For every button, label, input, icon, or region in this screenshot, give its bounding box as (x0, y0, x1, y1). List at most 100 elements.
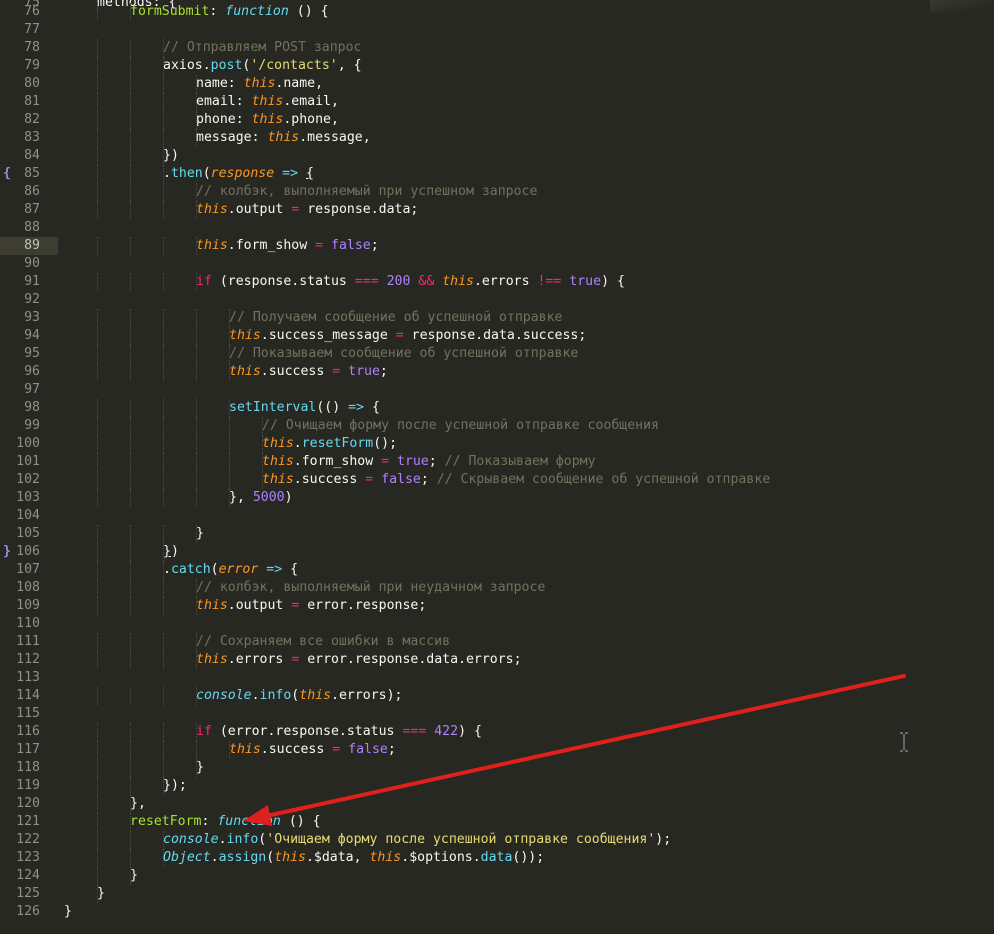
code-text[interactable]: // Сохраняем все ошибки в массив (196, 633, 450, 651)
line-number: 111 (16, 634, 40, 649)
code-text[interactable]: email: this.email, (196, 93, 339, 111)
code-editor[interactable]: 75 methods: {76 formSubmit: function () {7… (0, 0, 994, 934)
code-line-108[interactable]: 108 // колбэк, выполняемый при неудачном … (0, 579, 994, 597)
code-line-104[interactable]: 104 (0, 507, 994, 525)
code-line-89[interactable]: 89 this.form_show = false; (0, 237, 994, 255)
code-text[interactable]: }, 5000) (229, 489, 293, 507)
code-text[interactable]: console.info(this.errors); (196, 687, 402, 705)
code-text[interactable]: } (130, 867, 138, 885)
code-line-103[interactable]: 103}, 5000) (0, 489, 994, 507)
code-text[interactable]: this.success = false; // Скрываем сообще… (262, 471, 770, 489)
code-text[interactable]: // Получаем сообщение об успешной отправ… (229, 309, 562, 327)
code-text[interactable]: // Отправляем POST запрос (163, 39, 362, 57)
code-line-124[interactable]: 124} (0, 867, 994, 885)
code-line-88[interactable]: 88 (0, 219, 994, 237)
code-line-96[interactable]: 96 this.success = true; (0, 363, 994, 381)
code-text[interactable]: console.info('Очищаем форму после успешн… (163, 831, 671, 849)
code-line-99[interactable]: 99 // Очищаем форму после успешной отправ… (0, 417, 994, 435)
code-line-102[interactable]: 102 this.success = false; // Скрываем соо… (0, 471, 994, 489)
code-line-97[interactable]: 97 (0, 381, 994, 399)
code-line-90[interactable]: 90 (0, 255, 994, 273)
code-line-101[interactable]: 101 this.form_show = true; // Показываем … (0, 453, 994, 471)
code-line-77[interactable]: 77 (0, 21, 994, 39)
code-line-122[interactable]: 122 console.info('Очищаем форму после усп… (0, 831, 994, 849)
code-line-95[interactable]: 95 // Показываем сообщение об успешной от… (0, 345, 994, 363)
code-text[interactable]: }) (163, 543, 179, 561)
code-text[interactable]: // колбэк, выполняемый при неудачном зап… (196, 579, 545, 597)
code-text[interactable]: this.output = response.data; (196, 201, 418, 219)
code-token: info (259, 688, 292, 703)
code-text[interactable]: name: this.name, (196, 75, 323, 93)
code-line-81[interactable]: 81 email: this.email, (0, 93, 994, 111)
code-line-82[interactable]: 82 phone: this.phone, (0, 111, 994, 129)
code-line-110[interactable]: 110 (0, 615, 994, 633)
code-line-107[interactable]: 107 .catch(error => { (0, 561, 994, 579)
code-line-78[interactable]: 78 // Отправляем POST запрос (0, 39, 994, 57)
code-text[interactable]: this.form_show = false; (196, 237, 379, 255)
code-line-123[interactable]: 123 Object.assign(this.$data, this.$optio… (0, 849, 994, 867)
fold-marker-icon[interactable]: } (3, 543, 13, 561)
code-text[interactable]: }, (130, 795, 146, 813)
code-line-84[interactable]: 84}) (0, 147, 994, 165)
code-text[interactable]: this.errors = error.response.data.errors… (196, 651, 522, 669)
code-text[interactable]: .then(response => { (163, 165, 314, 183)
code-line-119[interactable]: 119}); (0, 777, 994, 795)
code-line-114[interactable]: 114 console.info(this.errors); (0, 687, 994, 705)
code-line-113[interactable]: 113 (0, 669, 994, 687)
code-line-115[interactable]: 115 (0, 705, 994, 723)
code-line-80[interactable]: 80 name: this.name, (0, 75, 994, 93)
code-text[interactable]: } (196, 759, 204, 777)
code-line-125[interactable]: 125} (0, 885, 994, 903)
code-line-106[interactable]: 106}}) (0, 543, 994, 561)
code-line-120[interactable]: 120}, (0, 795, 994, 813)
code-text[interactable]: Object.assign(this.$data, this.$options.… (163, 849, 544, 867)
code-text[interactable]: formSubmit: function () { (130, 3, 329, 21)
code-line-94[interactable]: 94 this.success_message = response.data.s… (0, 327, 994, 345)
code-line-100[interactable]: 100 this.resetForm(); (0, 435, 994, 453)
code-line-116[interactable]: 116 if (error.response.status === 422) { (0, 723, 994, 741)
code-line-79[interactable]: 79 axios.post('/contacts', { (0, 57, 994, 75)
code-text[interactable]: resetForm: function () { (130, 813, 321, 831)
code-text[interactable]: }) (163, 147, 179, 165)
code-text[interactable]: } (196, 525, 204, 543)
code-line-121[interactable]: 121 resetForm: function () { (0, 813, 994, 831)
code-text[interactable]: this.success = false; (229, 741, 396, 759)
code-text[interactable]: this.output = error.response; (196, 597, 426, 615)
indent-guide (163, 93, 164, 111)
code-line-76[interactable]: 76 formSubmit: function () { (0, 3, 994, 21)
code-text[interactable]: if (error.response.status === 422) { (196, 723, 482, 741)
code-text[interactable]: } (64, 903, 72, 921)
code-text[interactable]: // Очищаем форму после успешной отправке… (262, 417, 659, 435)
code-text[interactable]: phone: this.phone, (196, 111, 339, 129)
code-line-117[interactable]: 117 this.success = false; (0, 741, 994, 759)
code-line-92[interactable]: 92 (0, 291, 994, 309)
code-text[interactable]: this.success_message = response.data.suc… (229, 327, 586, 345)
code-text[interactable]: this.resetForm(); (262, 435, 397, 453)
code-line-86[interactable]: 86 // колбэк, выполняемый при успешном за… (0, 183, 994, 201)
code-line-111[interactable]: 111 // Сохраняем все ошибки в массив (0, 633, 994, 651)
fold-marker-icon[interactable]: { (3, 165, 13, 183)
code-text[interactable]: .catch(error => { (163, 561, 298, 579)
code-line-98[interactable]: 98 setInterval(() => { (0, 399, 994, 417)
code-text[interactable]: message: this.message, (196, 129, 371, 147)
code-line-112[interactable]: 112 this.errors = error.response.data.err… (0, 651, 994, 669)
code-line-93[interactable]: 93 // Получаем сообщение об успешной отпр… (0, 309, 994, 327)
code-text[interactable]: this.success = true; (229, 363, 388, 381)
code-line-118[interactable]: 118} (0, 759, 994, 777)
code-line-83[interactable]: 83 message: this.message, (0, 129, 994, 147)
code-text[interactable]: // Показываем сообщение об успешной отпр… (229, 345, 578, 363)
code-text[interactable]: setInterval(() => { (229, 399, 380, 417)
code-text[interactable]: }); (163, 777, 187, 795)
code-line-91[interactable]: 91 if (response.status === 200 && this.er… (0, 273, 994, 291)
code-text[interactable]: } (97, 885, 105, 903)
code-line-126[interactable]: 126} (0, 903, 994, 921)
code-text[interactable]: // колбэк, выполняемый при успешном запр… (196, 183, 537, 201)
code-text[interactable]: this.form_show = true; // Показываем фор… (262, 453, 596, 471)
indent-guide (97, 471, 98, 489)
code-line-109[interactable]: 109 this.output = error.response; (0, 597, 994, 615)
code-line-105[interactable]: 105} (0, 525, 994, 543)
code-text[interactable]: axios.post('/contacts', { (163, 57, 362, 75)
code-line-87[interactable]: 87 this.output = response.data; (0, 201, 994, 219)
code-text[interactable]: if (response.status === 200 && this.erro… (196, 273, 625, 291)
code-line-85[interactable]: 85{.then(response => { (0, 165, 994, 183)
